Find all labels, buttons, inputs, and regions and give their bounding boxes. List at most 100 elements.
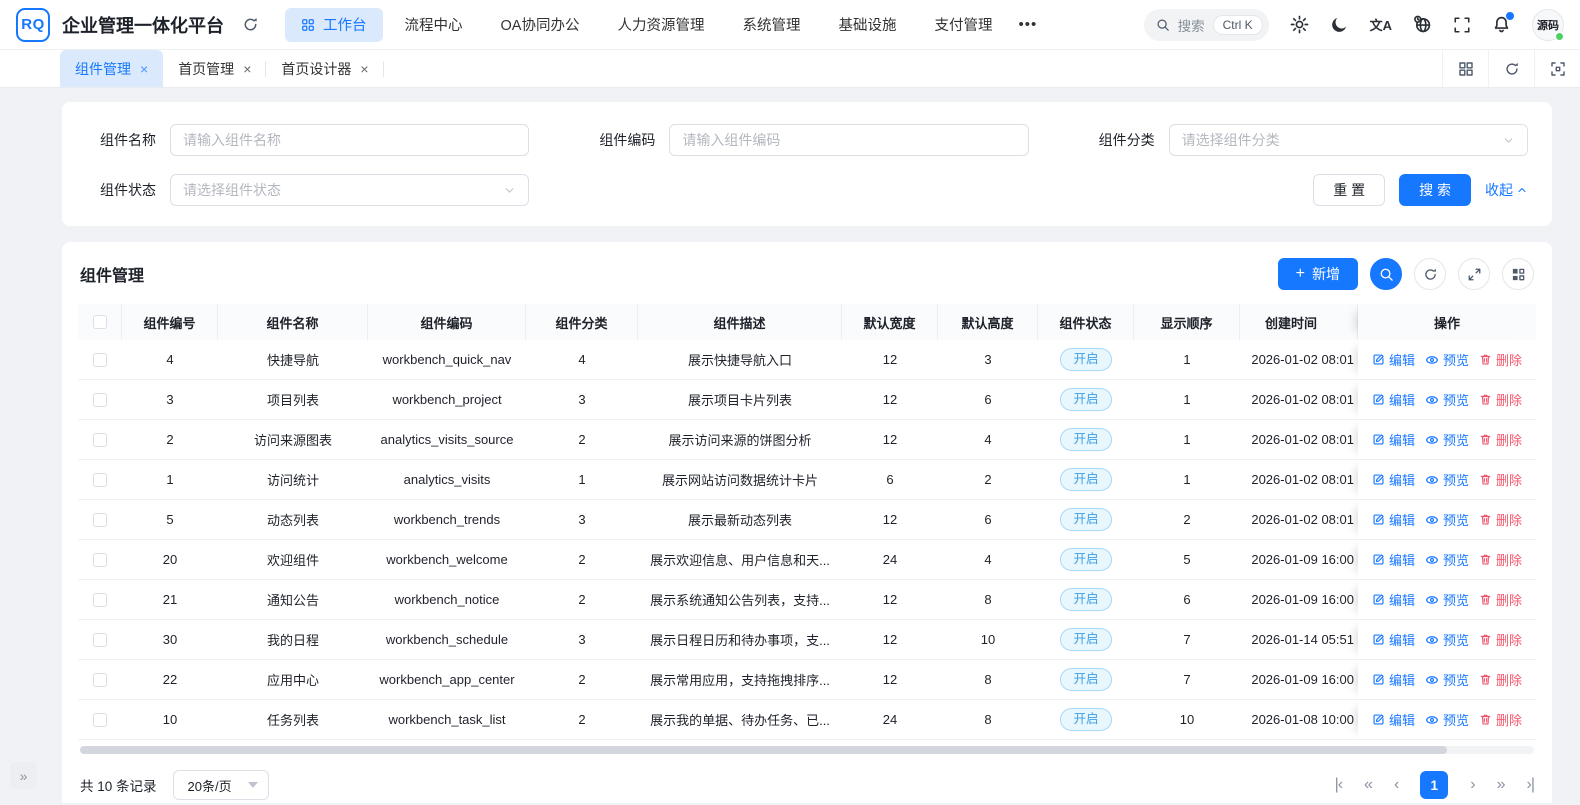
component-status-select[interactable]: 请选择组件状态: [170, 174, 529, 206]
notification-bell-icon[interactable]: [1492, 15, 1511, 34]
tab-layout-grid-icon[interactable]: [1442, 50, 1488, 87]
tab-close-icon[interactable]: ×: [243, 61, 251, 77]
row-checkbox[interactable]: [93, 633, 107, 647]
dark-mode-moon-icon[interactable]: [1330, 15, 1349, 34]
expand-table-button[interactable]: [1458, 258, 1490, 290]
edit-button[interactable]: 编辑: [1372, 390, 1415, 409]
nav-more-button[interactable]: •••: [1008, 16, 1047, 33]
cell-status: 开启: [1038, 460, 1134, 499]
user-avatar[interactable]: 源码: [1532, 9, 1564, 41]
preview-button[interactable]: 预览: [1425, 630, 1469, 649]
delete-button[interactable]: 删除: [1479, 550, 1522, 569]
tab-refresh-icon[interactable]: [1488, 50, 1534, 87]
delete-button[interactable]: 删除: [1479, 470, 1522, 489]
prev-group-button[interactable]: «: [1364, 776, 1372, 794]
scrollbar-thumb[interactable]: [80, 746, 1447, 754]
nav-item[interactable]: OA协同办公: [485, 8, 596, 42]
preview-button[interactable]: 预览: [1425, 430, 1469, 449]
next-group-button[interactable]: »: [1497, 776, 1505, 794]
reset-button[interactable]: 重 置: [1313, 174, 1385, 206]
cell-status: 开启: [1038, 420, 1134, 459]
row-checkbox[interactable]: [93, 513, 107, 527]
global-search-input[interactable]: 搜索 Ctrl K: [1144, 9, 1269, 41]
row-checkbox[interactable]: [93, 353, 107, 367]
tab-close-icon[interactable]: ×: [360, 61, 368, 77]
edit-button[interactable]: 编辑: [1372, 510, 1415, 529]
edit-button[interactable]: 编辑: [1372, 470, 1415, 489]
cell-desc: 展示最新动态列表: [638, 500, 842, 539]
row-checkbox[interactable]: [93, 433, 107, 447]
delete-button[interactable]: 删除: [1479, 390, 1522, 409]
page-tab[interactable]: 首页设计器 ×: [266, 50, 383, 87]
preview-button[interactable]: 预览: [1425, 590, 1469, 609]
delete-button[interactable]: 删除: [1479, 630, 1522, 649]
header-refresh-icon[interactable]: [242, 16, 259, 33]
page-tab[interactable]: 组件管理 ×: [60, 50, 163, 87]
collapse-filter-link[interactable]: 收起: [1485, 180, 1528, 200]
delete-button[interactable]: 删除: [1479, 510, 1522, 529]
tab-fullscreen-icon[interactable]: [1534, 50, 1580, 87]
code-input-wrap: [669, 124, 1028, 156]
delete-button[interactable]: 删除: [1479, 350, 1522, 369]
eye-icon: [1425, 433, 1439, 447]
preview-button[interactable]: 预览: [1425, 550, 1469, 569]
nav-item[interactable]: 流程中心: [389, 8, 479, 42]
page-tab[interactable]: 首页管理 ×: [163, 50, 266, 87]
edit-button[interactable]: 编辑: [1372, 550, 1415, 569]
sidebar-expand-button[interactable]: »: [10, 762, 37, 789]
toggle-search-button[interactable]: [1370, 258, 1402, 290]
nav-item[interactable]: 系统管理: [726, 8, 816, 42]
column-settings-button[interactable]: [1502, 258, 1534, 290]
preview-button[interactable]: 预览: [1425, 710, 1469, 729]
language-translate-icon[interactable]: 文A: [1370, 15, 1392, 34]
tab-close-icon[interactable]: ×: [140, 61, 148, 77]
edit-button[interactable]: 编辑: [1372, 630, 1415, 649]
edit-button[interactable]: 编辑: [1372, 350, 1415, 369]
preview-button[interactable]: 预览: [1425, 670, 1469, 689]
delete-button[interactable]: 删除: [1479, 710, 1522, 729]
row-checkbox[interactable]: [93, 673, 107, 687]
component-code-input[interactable]: [682, 132, 1015, 148]
cell-name: 访问统计: [218, 460, 368, 499]
nav-item[interactable]: 人力资源管理: [601, 8, 720, 42]
nav-item[interactable]: 支付管理: [918, 8, 1008, 42]
page-size-select[interactable]: 20条/页: [173, 770, 269, 800]
nav-item[interactable]: 基础设施: [822, 8, 912, 42]
col-code: 组件编码: [368, 304, 526, 340]
nav-item[interactable]: 工作台: [285, 8, 383, 42]
edit-button[interactable]: 编辑: [1372, 710, 1415, 729]
preview-button[interactable]: 预览: [1425, 510, 1469, 529]
component-category-select[interactable]: 请选择组件分类: [1169, 124, 1528, 156]
prev-page-button[interactable]: ‹: [1394, 776, 1398, 794]
delete-button[interactable]: 删除: [1479, 670, 1522, 689]
select-all-checkbox[interactable]: [93, 315, 107, 329]
first-page-button[interactable]: |‹: [1335, 776, 1342, 794]
name-input-wrap: [170, 124, 529, 156]
row-checkbox[interactable]: [93, 593, 107, 607]
current-page-button[interactable]: 1: [1420, 771, 1448, 799]
cell-order: 5: [1134, 540, 1240, 579]
row-checkbox[interactable]: [93, 553, 107, 567]
row-checkbox[interactable]: [93, 393, 107, 407]
row-checkbox[interactable]: [93, 473, 107, 487]
settings-gear-icon[interactable]: [1290, 15, 1309, 34]
search-button[interactable]: 搜 索: [1399, 174, 1471, 206]
preview-button[interactable]: 预览: [1425, 350, 1469, 369]
last-page-button[interactable]: ›|: [1527, 776, 1534, 794]
edit-button[interactable]: 编辑: [1372, 670, 1415, 689]
refresh-table-button[interactable]: [1414, 258, 1446, 290]
edit-button[interactable]: 编辑: [1372, 430, 1415, 449]
delete-button[interactable]: 删除: [1479, 590, 1522, 609]
cell-name: 任务列表: [218, 700, 368, 739]
table-row: 4 快捷导航 workbench_quick_nav 4 展示快捷导航入口 12…: [78, 340, 1536, 380]
fullscreen-icon[interactable]: [1453, 16, 1471, 34]
add-button[interactable]: + 新增: [1278, 258, 1358, 290]
delete-button[interactable]: 删除: [1479, 430, 1522, 449]
row-checkbox[interactable]: [93, 713, 107, 727]
edit-button[interactable]: 编辑: [1372, 590, 1415, 609]
next-page-button[interactable]: ›: [1470, 776, 1474, 794]
preview-button[interactable]: 预览: [1425, 390, 1469, 409]
component-name-input[interactable]: [183, 132, 516, 148]
preview-button[interactable]: 预览: [1425, 470, 1469, 489]
timezone-globe-icon[interactable]: [1413, 15, 1432, 34]
